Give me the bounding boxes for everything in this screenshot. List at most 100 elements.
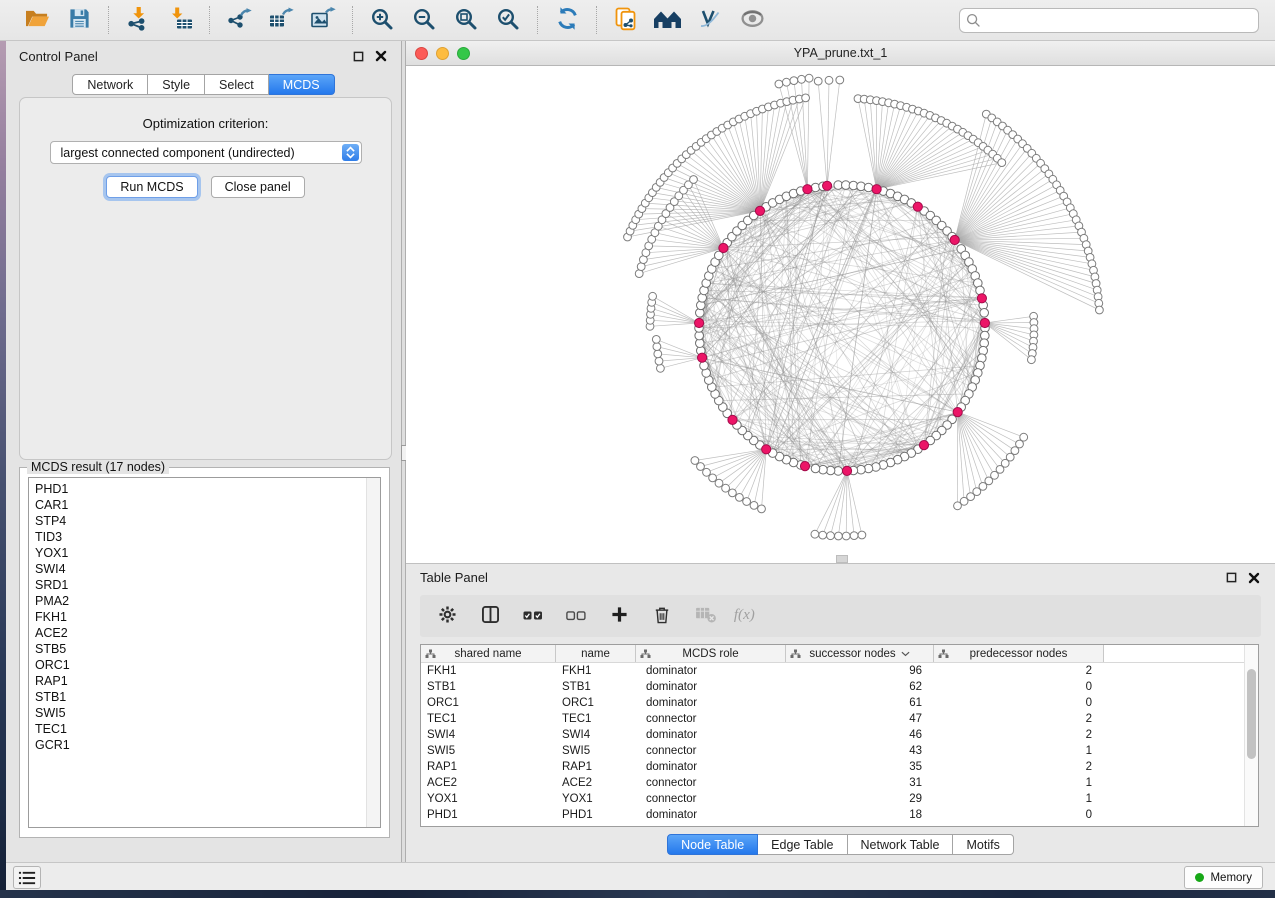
- mcds-hub-node[interactable]: [728, 415, 737, 424]
- leaf-node[interactable]: [750, 502, 758, 510]
- leaf-node[interactable]: [835, 532, 843, 540]
- mcds-hub-node[interactable]: [698, 353, 707, 362]
- leaf-node[interactable]: [842, 532, 850, 540]
- table-row[interactable]: ACE2ACE2connector311: [421, 775, 1258, 791]
- table-row[interactable]: PHD1PHD1dominator180: [421, 807, 1258, 823]
- leaf-node[interactable]: [805, 74, 813, 82]
- zoom-out-button[interactable]: [406, 3, 442, 37]
- table-row[interactable]: YOX1YOX1connector291: [421, 791, 1258, 807]
- tab-network[interactable]: Network: [72, 74, 148, 95]
- mcds-result-item[interactable]: SWI5: [29, 705, 380, 721]
- tab-mcds[interactable]: MCDS: [269, 74, 335, 95]
- zoom-selected-button[interactable]: [490, 3, 526, 37]
- close-panel-button[interactable]: Close panel: [211, 176, 305, 198]
- import-network-file-button[interactable]: [120, 3, 156, 37]
- mcds-result-item[interactable]: FKH1: [29, 609, 380, 625]
- leaf-node[interactable]: [653, 343, 661, 351]
- leaf-node[interactable]: [836, 76, 844, 84]
- export-network-button[interactable]: [221, 3, 257, 37]
- control-panel-close-button[interactable]: [374, 49, 388, 63]
- mcds-result-item[interactable]: RAP1: [29, 673, 380, 689]
- criterion-dropdown[interactable]: largest connected component (undirected): [50, 141, 362, 164]
- leaf-node[interactable]: [850, 532, 858, 540]
- refresh-button[interactable]: [549, 3, 585, 37]
- leaf-node[interactable]: [998, 159, 1006, 167]
- show-preview-button[interactable]: [734, 3, 770, 37]
- mcds-result-item[interactable]: TEC1: [29, 721, 380, 737]
- network-node[interactable]: [864, 183, 873, 192]
- mcds-hub-node[interactable]: [695, 318, 704, 327]
- minimize-window-button[interactable]: [436, 47, 449, 60]
- network-window-titlebar[interactable]: YPA_prune.txt_1: [406, 41, 1275, 66]
- panel-menu-button[interactable]: [13, 866, 41, 889]
- mcds-hub-node[interactable]: [913, 202, 922, 211]
- leaf-node[interactable]: [819, 531, 827, 539]
- tab-select[interactable]: Select: [205, 74, 269, 95]
- table-row[interactable]: FKH1FKH1dominator962: [421, 663, 1258, 679]
- search-input[interactable]: [959, 8, 1259, 33]
- select-all-button[interactable]: [522, 605, 544, 627]
- mcds-hub-node[interactable]: [823, 181, 832, 190]
- zoom-in-button[interactable]: [364, 3, 400, 37]
- canvas-resize-grip[interactable]: [836, 555, 848, 563]
- leaf-node[interactable]: [722, 484, 730, 492]
- column-header-mcds-role[interactable]: MCDS role: [636, 645, 786, 662]
- network-canvas[interactable]: [406, 66, 1275, 563]
- column-header-successor-nodes[interactable]: successor nodes: [786, 645, 934, 662]
- tab-node-table[interactable]: Node Table: [667, 834, 758, 855]
- leaf-node[interactable]: [825, 76, 833, 84]
- leaf-node[interactable]: [729, 489, 737, 497]
- mcds-hub-node[interactable]: [842, 466, 851, 475]
- leaf-node[interactable]: [657, 364, 665, 372]
- table-panel-float-button[interactable]: [1224, 571, 1238, 585]
- table-row[interactable]: SWI4SWI4dominator462: [421, 727, 1258, 743]
- leaf-node[interactable]: [736, 494, 744, 502]
- leaf-node[interactable]: [1096, 306, 1104, 314]
- leaf-node[interactable]: [798, 75, 806, 83]
- mcds-result-item[interactable]: PMA2: [29, 593, 380, 609]
- mcds-result-item[interactable]: SWI4: [29, 561, 380, 577]
- import-table-file-button[interactable]: [162, 3, 198, 37]
- mcds-result-item[interactable]: STP4: [29, 513, 380, 529]
- table-row[interactable]: TEC1TEC1connector472: [421, 711, 1258, 727]
- mcds-hub-node[interactable]: [800, 462, 809, 471]
- export-table-button[interactable]: [263, 3, 299, 37]
- mcds-result-item[interactable]: TID3: [29, 529, 380, 545]
- network-node[interactable]: [980, 309, 989, 318]
- leaf-node[interactable]: [827, 532, 835, 540]
- hide-visual-properties-button[interactable]: [692, 3, 728, 37]
- table-scrollbar-thumb[interactable]: [1247, 669, 1256, 759]
- mcds-result-item[interactable]: ORC1: [29, 657, 380, 673]
- leaf-node[interactable]: [690, 176, 698, 184]
- leaf-node[interactable]: [649, 292, 657, 300]
- mcds-hub-node[interactable]: [950, 235, 959, 244]
- mcds-hub-node[interactable]: [872, 185, 881, 194]
- memory-button[interactable]: Memory: [1184, 866, 1263, 889]
- table-scrollbar[interactable]: [1244, 645, 1258, 826]
- leaf-node[interactable]: [652, 336, 660, 344]
- mcds-result-item[interactable]: PHD1: [29, 481, 380, 497]
- columns-button[interactable]: [479, 605, 501, 627]
- deselect-all-button[interactable]: [565, 605, 587, 627]
- maximize-window-button[interactable]: [457, 47, 470, 60]
- mcds-hub-node[interactable]: [719, 243, 728, 252]
- mcds-hub-node[interactable]: [977, 294, 986, 303]
- leaf-node[interactable]: [703, 468, 711, 476]
- mcds-result-item[interactable]: STB1: [29, 689, 380, 705]
- mcds-hub-node[interactable]: [953, 408, 962, 417]
- zoom-fit-button[interactable]: [448, 3, 484, 37]
- mcds-result-item[interactable]: SRD1: [29, 577, 380, 593]
- leaf-node[interactable]: [775, 80, 783, 88]
- mcds-hub-node[interactable]: [803, 185, 812, 194]
- gear-button[interactable]: [436, 605, 458, 627]
- table-row[interactable]: ORC1ORC1dominator610: [421, 695, 1258, 711]
- add-button[interactable]: [608, 605, 630, 627]
- leaf-node[interactable]: [1028, 356, 1036, 364]
- leaf-node[interactable]: [790, 77, 798, 85]
- delete-button[interactable]: [651, 605, 673, 627]
- tab-network-table[interactable]: Network Table: [848, 834, 954, 855]
- mcds-hub-node[interactable]: [980, 318, 989, 327]
- network-node[interactable]: [811, 464, 820, 473]
- column-header-shared-name[interactable]: shared name: [421, 645, 556, 662]
- leaf-node[interactable]: [954, 502, 962, 510]
